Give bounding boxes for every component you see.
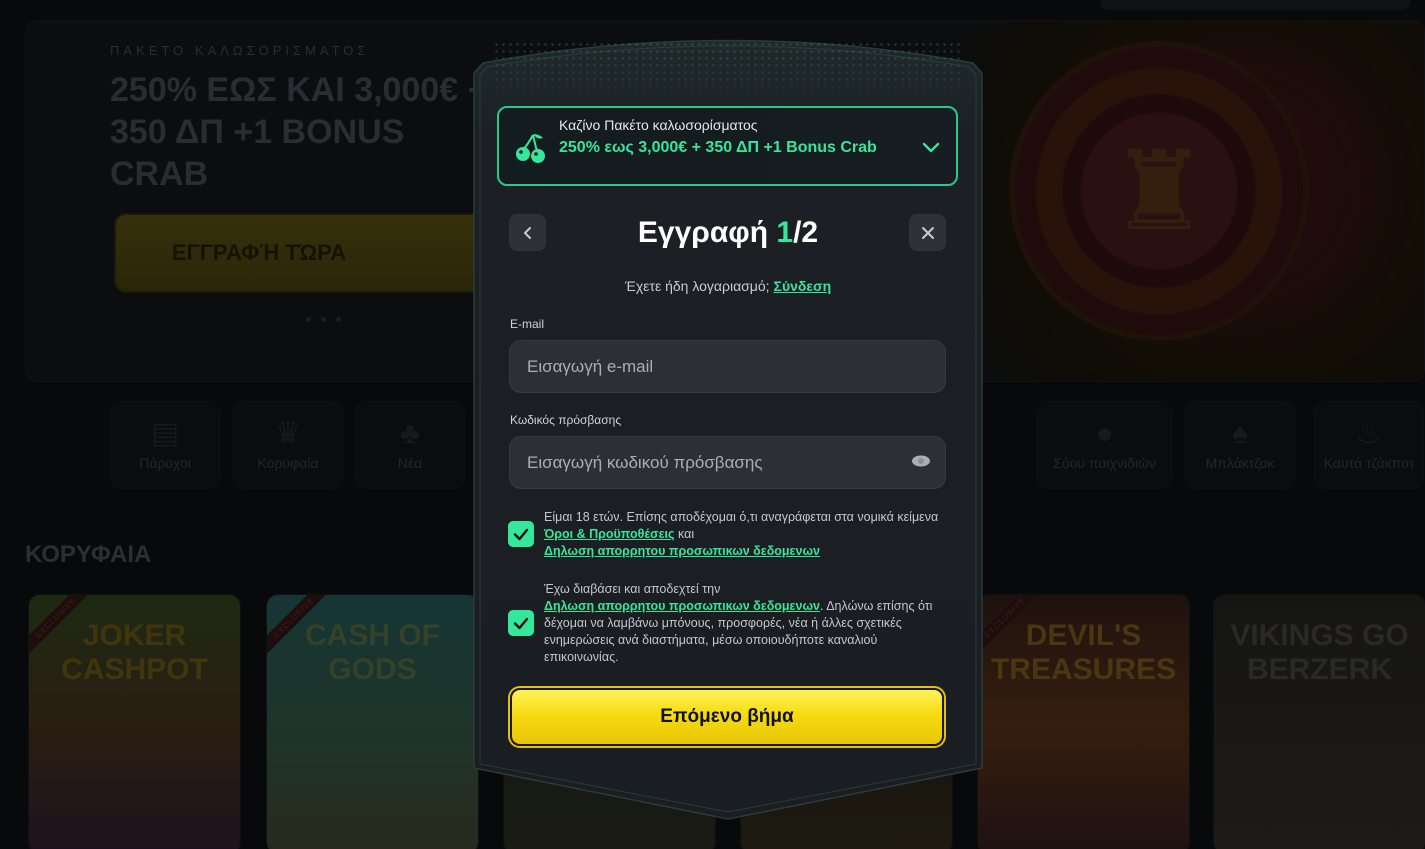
promo-title: 250% εως 3,000€ + 350 ΔΠ +1 Bonus Crab bbox=[559, 139, 877, 156]
eye-icon[interactable] bbox=[911, 454, 931, 468]
email-field[interactable] bbox=[509, 340, 946, 393]
have-account-text: Έχετε ήδη λογαριασμό; bbox=[624, 278, 770, 294]
consent-text: Είμαι 18 ετών. Επίσης αποδέχομαι ό,τι αν… bbox=[544, 510, 939, 524]
promo-subtitle: Καζίνο Πακέτο καλωσορίσματος bbox=[559, 117, 758, 133]
have-account-line: Έχετε ήδη λογαριασμό; Σύνδεση bbox=[473, 278, 983, 294]
step-total: /2 bbox=[793, 216, 819, 249]
decorative-dots bbox=[493, 41, 963, 111]
login-link[interactable]: Σύνδεση bbox=[774, 278, 832, 294]
privacy-link[interactable]: Δηλωση απορρητου προσωπικων δεδομενων bbox=[544, 544, 820, 558]
password-field[interactable] bbox=[509, 436, 946, 489]
chevron-left-icon bbox=[523, 226, 531, 239]
check-icon bbox=[513, 617, 529, 630]
next-step-button[interactable]: Επόμενο βήμα bbox=[510, 688, 944, 746]
chevron-down-icon[interactable] bbox=[920, 136, 942, 158]
email-label: E-mail bbox=[510, 317, 545, 331]
registration-modal: Καζίνο Πακέτο καλωσορίσματος 250% εως 3,… bbox=[473, 33, 983, 821]
marketing-consent-checkbox[interactable] bbox=[508, 610, 534, 636]
registration-title: Εγγραφή 1/2 bbox=[593, 216, 863, 250]
consent-text: Έχω διαβάσει και αποδεχτεί την bbox=[544, 582, 721, 596]
age-consent-checkbox[interactable] bbox=[508, 521, 534, 547]
terms-link[interactable]: Όροι & Προϋποθέσεις bbox=[544, 527, 675, 541]
check-icon bbox=[513, 528, 529, 541]
consent-text: και bbox=[674, 527, 695, 541]
close-icon bbox=[921, 226, 934, 239]
cherry-icon bbox=[516, 134, 545, 163]
privacy-link[interactable]: Δηλωση απορρητου προσωπικων δεδομενων bbox=[544, 599, 820, 613]
age-consent-text: Είμαι 18 ετών. Επίσης αποδέχομαι ό,τι αν… bbox=[544, 509, 944, 560]
password-label: Κωδικός πρόσβασης bbox=[510, 413, 622, 427]
close-button[interactable] bbox=[909, 214, 946, 251]
title-text: Εγγραφή bbox=[637, 216, 777, 249]
marketing-consent-text: Έχω διαβάσει και αποδεχτεί την Δηλωση απο… bbox=[544, 581, 944, 666]
back-button[interactable] bbox=[509, 214, 546, 251]
welcome-bonus-selector[interactable]: Καζίνο Πακέτο καλωσορίσματος 250% εως 3,… bbox=[497, 106, 958, 186]
step-current: 1 bbox=[776, 216, 794, 249]
